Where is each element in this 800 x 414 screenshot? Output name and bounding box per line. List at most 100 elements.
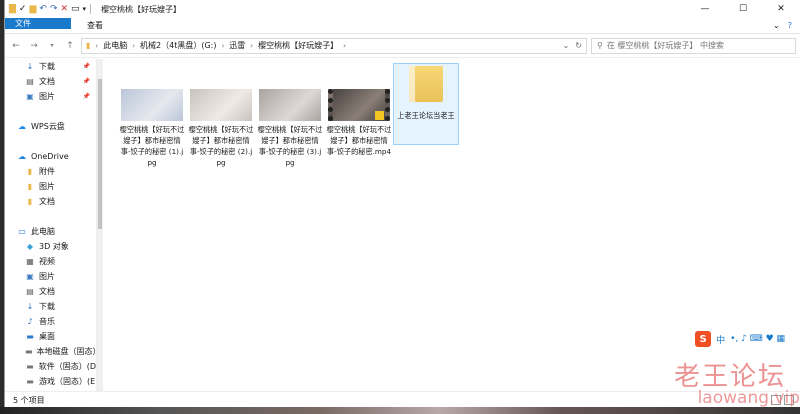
nav-item[interactable]: ▦ 视频: [5, 254, 96, 269]
image-file-item[interactable]: 樱空桃桃【好玩不过嫂子】都市秘密情事-饺子的秘密 (2).jpg: [188, 89, 254, 168]
help-button[interactable]: ?: [788, 21, 792, 30]
file-name: 樱空桃桃【好玩不过嫂子】都市秘密情事-饺子的秘密 (1).jpg: [119, 125, 185, 167]
nav-item[interactable]: ▣ 图片 📌: [5, 89, 96, 104]
forward-arrow-icon[interactable]: →: [27, 41, 41, 51]
breadcrumb-drive[interactable]: 机械2（4t黑盘）(G:): [140, 40, 216, 51]
video-file-item[interactable]: 樱空桃桃【好玩不过嫂子】都市秘密情事-饺子的秘密.mp4: [326, 89, 392, 157]
undo-icon[interactable]: ↶: [39, 3, 47, 15]
delete-icon[interactable]: ✕: [60, 3, 68, 15]
tab-file[interactable]: 文件: [5, 18, 71, 29]
chevron-right-icon[interactable]: ›: [132, 42, 135, 50]
computer-icon: ▭: [18, 227, 26, 236]
nav-item[interactable]: ↓ 下载 📌: [5, 59, 96, 74]
video-badge-icon: [375, 111, 384, 120]
folder-icon: ▮: [86, 41, 91, 50]
music-icon: ♪: [27, 317, 33, 326]
nav-item-label: 音乐: [39, 317, 55, 326]
nav-item[interactable]: ▬ 桌面: [5, 329, 96, 344]
expand-ribbon-icon[interactable]: ⌄: [773, 21, 780, 30]
back-arrow-icon[interactable]: ←: [9, 41, 23, 51]
file-name: 樱空桃桃【好玩不过嫂子】都市秘密情事-饺子的秘密 (3).jpg: [257, 125, 323, 167]
nav-item[interactable]: ▣ 图片: [5, 269, 96, 284]
maximize-button[interactable]: ☐: [724, 0, 762, 18]
sogou-logo-icon[interactable]: S: [695, 331, 712, 347]
image-thumbnail: [190, 89, 252, 121]
file-name: 上老王论坛当老王: [397, 111, 455, 120]
nav-item-label: 桌面: [39, 332, 55, 341]
ime-symbols[interactable]: •, ♪ ⌨ ♥ ▦: [730, 334, 785, 344]
chevron-right-icon[interactable]: ›: [250, 42, 253, 50]
drive-icon: ▬: [26, 377, 34, 386]
chevron-down-icon[interactable]: ⌄: [563, 41, 570, 50]
address-bar[interactable]: ▮ › 此电脑 › 机械2（4t黑盘）(G:) › 迅雷 › 樱空桃桃【好玩嫂子…: [81, 37, 587, 54]
nav-item[interactable]: ▬ 软件（固态）(D: [5, 359, 96, 374]
nav-item[interactable]: ▮ 图片: [5, 179, 96, 194]
folder-icon: ▮: [27, 167, 33, 176]
chevron-right-icon[interactable]: ›: [221, 42, 224, 50]
recent-dropdown-icon[interactable]: ▾: [45, 42, 59, 49]
desktop-icon: ▬: [26, 332, 34, 341]
nav-item[interactable]: ↓ 下载: [5, 299, 96, 314]
item-count: 5 个项目: [13, 395, 45, 405]
nav-item-label: 视频: [39, 257, 55, 266]
cube-icon: ◆: [26, 242, 34, 251]
folder-icon: ▮: [27, 182, 33, 191]
breadcrumb-this-pc[interactable]: 此电脑: [103, 40, 127, 51]
minimize-button[interactable]: —: [686, 0, 724, 18]
close-button[interactable]: ✕: [762, 0, 800, 18]
pin-icon[interactable]: 📌: [83, 63, 90, 70]
nav-scrollbar[interactable]: [97, 59, 103, 391]
tab-view[interactable]: 查看: [77, 18, 113, 33]
status-bar: 5 个项目: [5, 391, 800, 408]
image-file-item[interactable]: 樱空桃桃【好玩不过嫂子】都市秘密情事-饺子的秘密 (3).jpg: [257, 89, 323, 168]
rename-icon[interactable]: ▭: [71, 3, 80, 15]
redo-icon[interactable]: ↷: [50, 3, 58, 15]
nav-item-label: 文档: [39, 197, 55, 206]
drive-icon: ▬: [25, 347, 33, 356]
ime-language[interactable]: 中: [716, 333, 725, 346]
ime-toolbar: S 中 •, ♪ ⌨ ♥ ▦: [692, 330, 788, 348]
chevron-right-icon: ›: [95, 41, 99, 50]
folder-icon: ▮: [27, 197, 33, 206]
refresh-icon[interactable]: ↻: [575, 41, 582, 50]
taskbar-background-strip: [0, 407, 800, 414]
nav-item-label: 图片: [39, 92, 55, 101]
nav-item[interactable]: ☁ OneDrive: [5, 149, 96, 164]
search-icon: ⚲: [597, 41, 603, 50]
nav-item[interactable]: ▭ 此电脑: [5, 224, 96, 239]
chevron-right-icon[interactable]: ›: [343, 42, 346, 50]
scrollbar-thumb[interactable]: [98, 79, 102, 229]
drive-icon: ▬: [26, 362, 34, 371]
pin-icon[interactable]: 📌: [83, 93, 90, 100]
file-name: 樱空桃桃【好玩不过嫂子】都市秘密情事-饺子的秘密.mp4: [326, 125, 392, 156]
ribbon-right: ⌄ ?: [773, 18, 800, 33]
nav-item[interactable]: ▬ 本地磁盘（固态）: [5, 344, 96, 359]
folder-icon: [409, 66, 443, 102]
nav-item-label: 软件（固态）(D: [38, 362, 96, 371]
properties-icon[interactable]: ✓: [19, 3, 27, 15]
nav-item[interactable]: ▮ 文档: [5, 194, 96, 209]
nav-item-label: 文档: [39, 287, 55, 296]
nav-item[interactable]: ☁ WPS云盘: [5, 119, 96, 134]
new-folder-icon[interactable]: ▆: [29, 3, 36, 15]
nav-item[interactable]: ▤ 文档: [5, 284, 96, 299]
title-bar: ▇ ✓ ▆ ↶ ↷ ✕ ▭ ▾ 樱空桃桃【好玩嫂子】 — ☐ ✕: [5, 0, 800, 18]
nav-item-label: 图片: [39, 272, 55, 281]
window-controls: — ☐ ✕: [686, 0, 800, 18]
up-arrow-icon[interactable]: ↑: [63, 41, 77, 51]
image-file-item[interactable]: 樱空桃桃【好玩不过嫂子】都市秘密情事-饺子的秘密 (1).jpg: [119, 89, 185, 168]
watermark-url: laowang.vip: [697, 388, 800, 408]
nav-item[interactable]: ◆ 3D 对象: [5, 239, 96, 254]
nav-item[interactable]: ▬ 游戏（固态）(E: [5, 374, 96, 389]
document-icon: ▤: [26, 287, 34, 296]
breadcrumb-xunlei[interactable]: 迅雷: [229, 40, 245, 51]
customize-icon[interactable]: ▾: [83, 3, 87, 15]
pin-icon[interactable]: 📌: [83, 78, 90, 85]
nav-item[interactable]: ♪ 音乐: [5, 314, 96, 329]
nav-item[interactable]: ▤ 文档 📌: [5, 74, 96, 89]
breadcrumb-current[interactable]: 樱空桃桃【好玩嫂子】: [258, 40, 338, 51]
search-box[interactable]: ⚲ 在 樱空桃桃【好玩嫂子】 中搜索: [591, 37, 796, 54]
folder-item[interactable]: 上老王论坛当老王: [393, 63, 459, 145]
nav-item[interactable]: ▮ 附件: [5, 164, 96, 179]
